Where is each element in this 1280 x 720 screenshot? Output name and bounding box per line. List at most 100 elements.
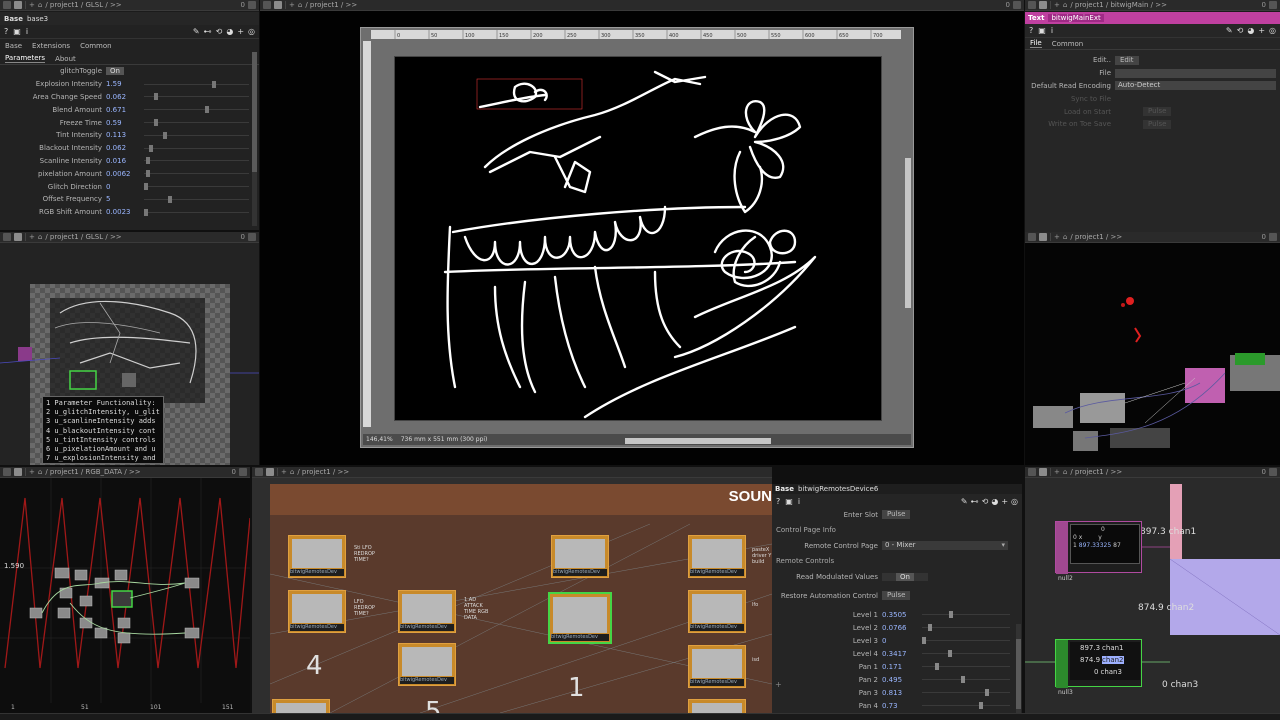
- operator-node[interactable]: bitwigRemotesDev: [688, 590, 746, 633]
- slider-handle[interactable]: [153, 119, 158, 127]
- slider-handle[interactable]: [922, 637, 926, 644]
- level-slider[interactable]: [922, 689, 1010, 696]
- node-name[interactable]: null2: [1058, 575, 1073, 582]
- param-slider[interactable]: [144, 157, 249, 165]
- tab-common[interactable]: Common: [1052, 40, 1084, 48]
- operator-node[interactable]: bitwigRemotesDev: [688, 535, 746, 578]
- python-icon[interactable]: ▣: [13, 27, 21, 36]
- operator-node[interactable]: bitwigRemotesDev: [288, 535, 346, 578]
- slider-handle[interactable]: [145, 170, 150, 178]
- help-icon[interactable]: ?: [1029, 26, 1033, 35]
- pane-menu-icon[interactable]: [1028, 1, 1036, 9]
- tab-common[interactable]: Common: [80, 42, 112, 50]
- operator-node[interactable]: bitwigRemotesDev: [688, 699, 746, 713]
- glitch-toggle[interactable]: On: [106, 67, 124, 76]
- zoom-level[interactable]: 146,41%: [366, 436, 393, 443]
- file-field[interactable]: [1115, 68, 1276, 78]
- param-slider[interactable]: [144, 195, 249, 203]
- node-name[interactable]: null3: [1058, 689, 1073, 696]
- slider-handle[interactable]: [927, 624, 932, 631]
- network-path[interactable]: / project1 / RGB_DATA / >>: [45, 468, 140, 476]
- link-icon[interactable]: ⊷: [971, 497, 979, 506]
- param-value[interactable]: 0.062: [106, 93, 144, 101]
- null2-node[interactable]: 0 0 x y 1 897.33325 87 null2: [1055, 521, 1142, 582]
- script-icon[interactable]: ⟲: [982, 497, 989, 506]
- param-slider[interactable]: [144, 183, 249, 191]
- level-value[interactable]: 0.495: [882, 676, 922, 684]
- pane-menu-icon[interactable]: [263, 1, 271, 9]
- vertical-scrollbar[interactable]: [905, 158, 911, 308]
- param-value[interactable]: 0.016: [106, 157, 144, 165]
- add-icon[interactable]: +: [1054, 1, 1060, 9]
- op-name-label[interactable]: bitwigMainExt: [1048, 14, 1104, 22]
- tab-parameters[interactable]: Parameters: [5, 54, 46, 63]
- link-icon[interactable]: ⊷: [204, 27, 212, 36]
- remotes-scrollbar[interactable]: [1016, 624, 1021, 714]
- pane-split-icon[interactable]: [1039, 233, 1047, 241]
- add-icon[interactable]: +: [775, 680, 782, 689]
- operator-node[interactable]: bitwigRemotesDev: [398, 643, 456, 686]
- param-value[interactable]: 5: [106, 195, 144, 203]
- add-icon[interactable]: +: [29, 233, 35, 241]
- param-scrollbar[interactable]: [252, 52, 257, 226]
- tab-about[interactable]: About: [55, 55, 76, 63]
- param-slider[interactable]: [144, 131, 249, 139]
- timeline-ruler[interactable]: [0, 713, 1280, 720]
- slider-handle[interactable]: [148, 144, 153, 152]
- param-slider[interactable]: [144, 144, 249, 152]
- network-path[interactable]: / project1 / GLSL / >>: [45, 1, 121, 9]
- param-value[interactable]: 0.59: [106, 119, 144, 127]
- add-icon[interactable]: +: [1054, 233, 1060, 241]
- slider-handle[interactable]: [163, 131, 168, 139]
- pane-split-icon[interactable]: [1039, 468, 1047, 476]
- home-icon[interactable]: ⌂: [1063, 1, 1067, 9]
- read-modulated-toggle[interactable]: On: [882, 572, 928, 581]
- op-name-label[interactable]: bitwigRemotesDevice6: [798, 485, 878, 493]
- home-icon[interactable]: ⌂: [1063, 233, 1067, 241]
- add-param-icon[interactable]: +: [1258, 26, 1265, 35]
- pane-split-icon[interactable]: [266, 468, 274, 476]
- slider-handle[interactable]: [948, 650, 953, 657]
- home-icon[interactable]: ⌂: [38, 468, 42, 476]
- param-slider[interactable]: [144, 93, 249, 101]
- add-icon[interactable]: +: [29, 468, 35, 476]
- param-value[interactable]: 0.0062: [106, 170, 144, 178]
- add-icon[interactable]: +: [289, 1, 295, 9]
- level-slider[interactable]: [922, 637, 1010, 644]
- operator-node[interactable]: bitwigRemotesDev: [288, 590, 346, 633]
- pane-split-icon[interactable]: [1039, 1, 1047, 9]
- pane-menu-icon[interactable]: [1028, 468, 1036, 476]
- info-icon[interactable]: i: [1051, 26, 1053, 35]
- level-value[interactable]: 0: [882, 637, 922, 645]
- palette-icon[interactable]: ◕: [991, 497, 998, 506]
- drawing-canvas[interactable]: [394, 56, 882, 421]
- slider-handle[interactable]: [960, 676, 965, 683]
- restore-pulse-button[interactable]: Pulse: [882, 591, 911, 600]
- param-slider[interactable]: [144, 80, 249, 88]
- network-path[interactable]: / project1 / GLSL / >>: [45, 233, 121, 241]
- level-slider[interactable]: [922, 663, 1010, 670]
- level-value[interactable]: 0.0766: [882, 624, 922, 632]
- slider-handle[interactable]: [211, 80, 216, 88]
- edit-icon[interactable]: ✎: [1226, 26, 1233, 35]
- slider-handle[interactable]: [153, 93, 158, 101]
- level-slider[interactable]: [922, 611, 1010, 618]
- maximize-icon[interactable]: [1269, 1, 1277, 9]
- script-icon[interactable]: ⟲: [216, 27, 223, 36]
- param-value[interactable]: 0.062: [106, 144, 144, 152]
- slider-handle[interactable]: [948, 611, 953, 618]
- network-path[interactable]: / project1 / >>: [1070, 468, 1122, 476]
- write-pulse-button[interactable]: Pulse: [1143, 119, 1172, 129]
- operator-node[interactable]: bitwigRemotesDev: [551, 535, 609, 578]
- pane-menu-icon[interactable]: [1028, 233, 1036, 241]
- enter-slot-pulse-button[interactable]: Pulse: [882, 510, 911, 519]
- add-param-icon[interactable]: +: [1001, 497, 1008, 506]
- slider-handle[interactable]: [935, 663, 940, 670]
- add-icon[interactable]: +: [29, 1, 35, 9]
- level-slider[interactable]: [922, 702, 1010, 709]
- param-value[interactable]: 0.113: [106, 131, 144, 139]
- level-value[interactable]: 0.171: [882, 663, 922, 671]
- script-icon[interactable]: ⟲: [1237, 26, 1244, 35]
- operator-node[interactable]: bitwigRemotesDev: [398, 590, 456, 633]
- help-icon[interactable]: ?: [776, 497, 780, 506]
